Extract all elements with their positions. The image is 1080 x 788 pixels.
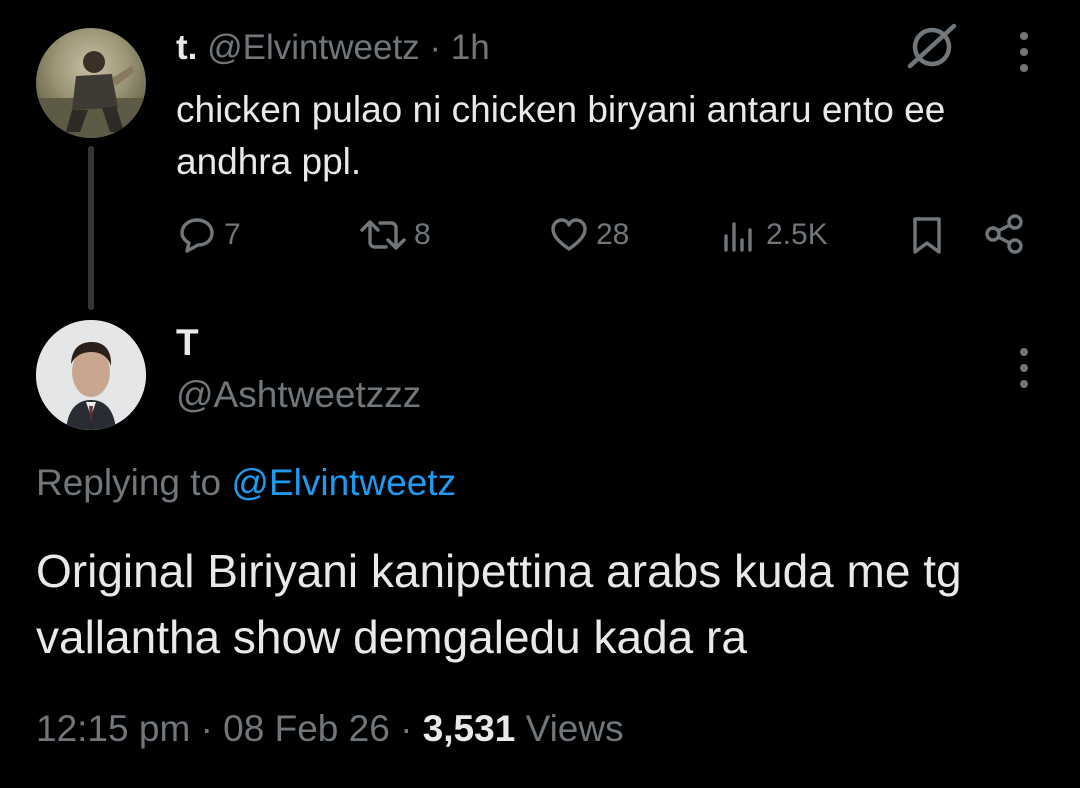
separator-dot: · (429, 28, 442, 67)
tweet-meta-line: 12:15 pm · 08 Feb 26 · 3,531 Views (36, 708, 624, 750)
replying-to-label: Replying to (36, 462, 222, 503)
repost-count: 8 (414, 218, 431, 251)
views-count-parent: 2.5K (766, 218, 828, 251)
views-icon (724, 222, 752, 252)
like-action[interactable]: 28 (548, 214, 629, 256)
separator-dot: · (400, 708, 413, 749)
repost-icon (360, 220, 406, 250)
reply-avatar[interactable] (36, 320, 146, 430)
parent-display-name[interactable]: t. (176, 28, 197, 67)
parent-more-icon[interactable] (1018, 32, 1030, 72)
reply-avatar-figure (36, 320, 146, 430)
replying-to-line: Replying to @Elvintweetz (36, 462, 456, 504)
views-count[interactable]: 3,531 (423, 708, 516, 749)
views-action[interactable]: 2.5K (720, 214, 828, 256)
parent-avatar-figure (36, 51, 146, 138)
parent-tweet-text: chicken pulao ni chicken biryani antaru … (176, 89, 946, 182)
reply-tweet-text: Original Biriyani kanipettina arabs kuda… (36, 545, 962, 663)
separator-dot: · (200, 708, 213, 749)
like-count: 28 (596, 218, 630, 251)
parent-handle[interactable]: @Elvintweetz (207, 28, 420, 67)
replying-to-handle-link[interactable]: @Elvintweetz (231, 462, 456, 503)
reply-display-name[interactable]: T (176, 322, 199, 364)
repost-action[interactable]: 8 (358, 214, 431, 256)
reply-action[interactable]: 7 (176, 214, 241, 256)
tweet-date[interactable]: 08 Feb 26 (223, 708, 390, 749)
share-icon[interactable] (982, 212, 1026, 261)
parent-header: t. @Elvintweetz · 1h (176, 28, 490, 68)
parent-avatar[interactable] (36, 28, 146, 138)
reply-handle[interactable]: @Ashtweetzzz (176, 374, 421, 416)
reply-icon (180, 218, 214, 253)
like-icon (551, 218, 587, 251)
bookmark-icon[interactable] (908, 214, 946, 261)
tweet-time[interactable]: 12:15 pm (36, 708, 190, 749)
grok-icon[interactable] (904, 20, 960, 75)
parent-time[interactable]: 1h (451, 28, 490, 67)
views-label: Views (525, 708, 624, 749)
reply-more-icon[interactable] (1018, 348, 1030, 388)
reply-count: 7 (224, 218, 241, 251)
thread-connector-line (88, 146, 94, 310)
